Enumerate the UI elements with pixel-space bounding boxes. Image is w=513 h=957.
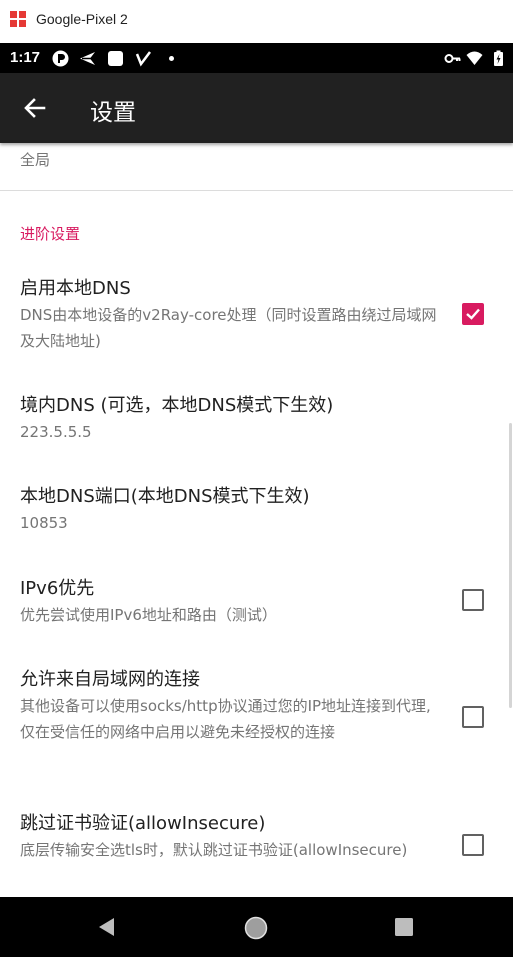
home-circle-icon[interactable] <box>244 916 268 940</box>
pref-domestic-dns[interactable]: 境内DNS (可选，本地DNS模式下生效) 223.5.5.5 <box>20 393 440 445</box>
scrollbar[interactable] <box>509 423 512 708</box>
system-nav-bar <box>0 897 513 957</box>
recents-square-icon[interactable] <box>394 917 414 937</box>
back-triangle-icon[interactable] <box>96 916 118 938</box>
battery-icon <box>494 50 503 66</box>
pref-title: 允许来自局域网的连接 <box>20 669 200 690</box>
pref-title: 本地DNS端口(本地DNS模式下生效) <box>20 486 310 507</box>
app-logo-icon <box>10 11 27 28</box>
pref-title: 跳过证书验证(allowInsecure) <box>20 813 266 834</box>
pref-allow-insecure[interactable]: 跳过证书验证(allowInsecure) 底层传输安全选tls时，默认跳过证书… <box>20 811 440 863</box>
wifi-icon <box>466 51 483 65</box>
status-bar: 1:17 <box>0 43 513 73</box>
pref-summary: 底层传输安全选tls时，默认跳过证书验证(allowInsecure) <box>20 841 408 859</box>
status-time: 1:17 <box>10 49 41 66</box>
pref-summary: 优先尝试使用IPv6地址和路由（测试） <box>20 606 277 624</box>
checkmark-icon <box>466 308 480 320</box>
pref-summary: 10853 <box>20 514 68 532</box>
divider <box>0 190 513 191</box>
pref-summary: 223.5.5.5 <box>20 423 92 441</box>
pref-title: 启用本地DNS <box>20 278 131 299</box>
ipv6-checkbox[interactable] <box>462 589 484 611</box>
settings-list[interactable]: 全局 进阶设置 启用本地DNS DNS由本地设备的v2Ray-core处理（同时… <box>0 143 513 897</box>
pref-local-dns[interactable]: 启用本地DNS DNS由本地设备的v2Ray-core处理（同时设置路由绕过局域… <box>20 276 440 354</box>
dot-icon <box>169 56 174 61</box>
back-arrow-icon[interactable] <box>20 93 50 123</box>
square-icon <box>108 51 123 66</box>
allow-insecure-checkbox[interactable] <box>462 834 484 856</box>
v2ray-icon <box>135 51 151 67</box>
pref-local-dns-port[interactable]: 本地DNS端口(本地DNS模式下生效) 10853 <box>20 484 440 536</box>
pref-summary: 其他设备可以使用socks/http协议通过您的IP地址连接到代理,仅在受信任的… <box>20 697 431 741</box>
pref-title: 境内DNS (可选，本地DNS模式下生效) <box>20 395 334 416</box>
vpn-key-icon <box>444 54 461 63</box>
previous-pref-summary: 全局 <box>20 151 51 169</box>
pref-ipv6[interactable]: IPv6优先 优先尝试使用IPv6地址和路由（测试） <box>20 576 440 628</box>
window-title: Google-Pixel 2 <box>36 11 128 27</box>
allow-lan-checkbox[interactable] <box>462 706 484 728</box>
app-icon <box>52 50 69 67</box>
send-icon <box>80 52 95 65</box>
pref-title: IPv6优先 <box>20 578 95 599</box>
app-toolbar: 设置 <box>0 73 513 143</box>
pref-allow-lan[interactable]: 允许来自局域网的连接 其他设备可以使用socks/http协议通过您的IP地址连… <box>20 667 440 745</box>
pref-summary: DNS由本地设备的v2Ray-core处理（同时设置路由绕过局域网及大陆地址) <box>20 306 437 350</box>
page-title: 设置 <box>90 100 136 126</box>
window-titlebar: Google-Pixel 2 <box>0 0 513 43</box>
category-header: 进阶设置 <box>20 225 81 243</box>
local-dns-checkbox[interactable] <box>462 303 484 325</box>
